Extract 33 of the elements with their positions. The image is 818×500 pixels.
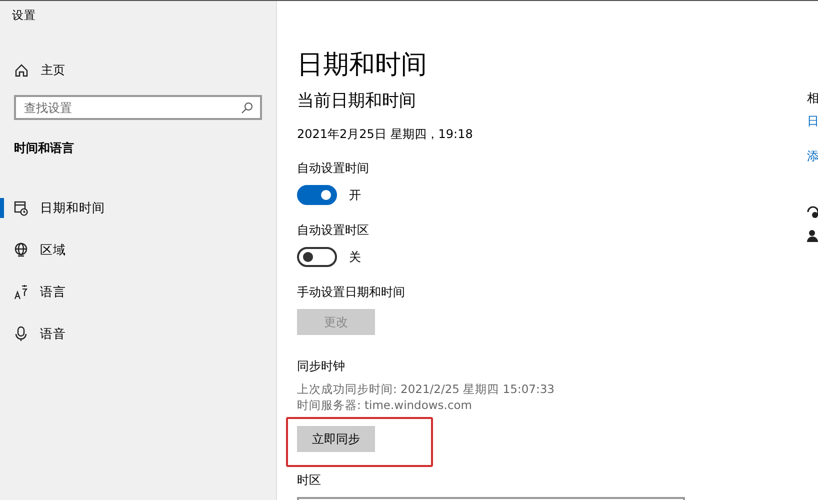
calendar-clock-icon: [14, 200, 28, 216]
search-field[interactable]: 查找设置: [14, 95, 262, 120]
sync-now-button[interactable]: 立即同步: [297, 426, 375, 452]
related-heading: 相: [807, 90, 818, 107]
sync-info-text: 上次成功同步时间: 2021/2/25 星期四 15:07:33: [297, 381, 556, 397]
setting-label: 自动设置时间: [297, 160, 370, 177]
page-title: 日期和时间: [297, 49, 428, 82]
language-icon: [14, 284, 28, 300]
microphone-icon: [14, 326, 28, 342]
setting-label: 时区: [297, 472, 322, 489]
section-heading: 当前日期和时间: [297, 90, 417, 112]
section-label: 同步时钟: [297, 358, 346, 375]
related-link[interactable]: 日: [807, 113, 818, 130]
current-date-time: 2021年2月25日 星期四，19:18: [297, 126, 474, 143]
setting-label: 自动设置时区: [297, 222, 370, 239]
sync-info-text: 时间服务器: time.windows.com: [297, 397, 474, 413]
window-title: 设置: [12, 8, 37, 23]
toggle-switch[interactable]: [297, 185, 337, 205]
timezone-dropdown[interactable]: [297, 497, 685, 500]
nav-item[interactable]: 语音: [0, 313, 276, 355]
toggle-state-label: 关: [349, 248, 361, 266]
nav-item[interactable]: 语言: [0, 271, 276, 313]
section-heading: 时间和语言: [14, 140, 75, 157]
toggle-state-label: 开: [349, 186, 361, 204]
toggle-switch[interactable]: [297, 247, 337, 267]
feedback-person-icon: [807, 229, 818, 243]
nav-item[interactable]: 区域: [0, 229, 276, 271]
setting-label: 手动设置日期和时间: [297, 284, 406, 301]
home-icon: [15, 64, 28, 76]
nav-item[interactable]: 日期和时间: [0, 187, 276, 229]
search-icon: [241, 102, 253, 114]
home-link[interactable]: 主页: [15, 57, 276, 83]
globe-icon: [14, 242, 28, 258]
